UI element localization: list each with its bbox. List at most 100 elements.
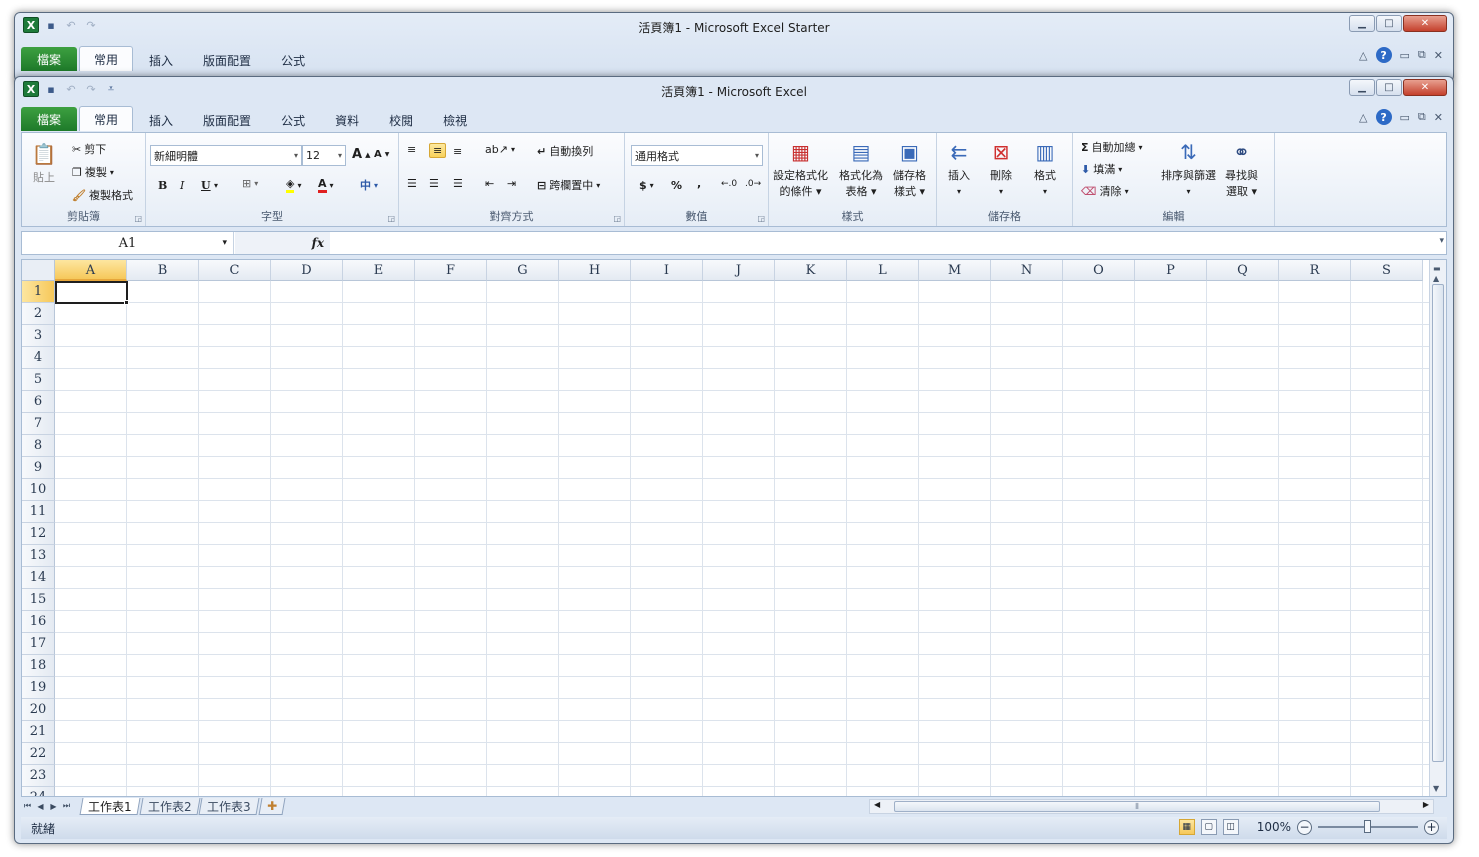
merge-center-button[interactable]: ⊟ 跨欄置中 ▾: [537, 177, 600, 193]
dialog-launcher-icon[interactable]: ◲: [757, 214, 765, 223]
column-header[interactable]: S: [1351, 260, 1423, 281]
close-doc-icon[interactable]: ✕: [1434, 49, 1443, 62]
maximize-button[interactable]: □: [1376, 15, 1402, 32]
decrease-indent-button[interactable]: ⇤: [485, 177, 494, 190]
format-cells-button[interactable]: ▥ 格式 ▾: [1029, 137, 1061, 199]
column-header[interactable]: H: [559, 260, 631, 281]
scroll-left-icon[interactable]: ◀: [874, 800, 880, 809]
row-header[interactable]: 18: [22, 655, 55, 677]
decrease-decimal-button[interactable]: .0→: [745, 179, 761, 189]
clear-button[interactable]: ⌫ 清除 ▾: [1081, 183, 1129, 199]
column-header[interactable]: M: [919, 260, 991, 281]
align-top-button[interactable]: ≡: [407, 143, 416, 156]
tab-view[interactable]: 檢視: [429, 109, 481, 131]
row-header[interactable]: 22: [22, 743, 55, 765]
cell-styles-button[interactable]: ▣ 儲存格 樣式 ▾: [893, 137, 926, 199]
row-header[interactable]: 20: [22, 699, 55, 721]
dialog-launcher-icon[interactable]: ◲: [613, 214, 621, 223]
active-cell[interactable]: [55, 281, 128, 304]
vertical-scrollbar[interactable]: ▬ ▲ ▼: [1429, 260, 1446, 796]
row-header[interactable]: 11: [22, 501, 55, 523]
dialog-launcher-icon[interactable]: ◲: [134, 214, 142, 223]
column-header[interactable]: C: [199, 260, 271, 281]
format-painter-button[interactable]: 🖌 複製格式: [72, 187, 133, 203]
copy-button[interactable]: ❐ 複製 ▾: [72, 164, 114, 180]
increase-decimal-button[interactable]: ←.0: [721, 179, 737, 189]
sheet-tab-3[interactable]: 工作表3: [198, 797, 260, 815]
insert-function-button[interactable]: fx: [235, 232, 330, 254]
maximize-button[interactable]: □: [1376, 79, 1402, 96]
column-header[interactable]: I: [631, 260, 703, 281]
scroll-down-icon[interactable]: ▼: [1433, 784, 1439, 793]
background-window[interactable]: X ▪ ↶ ↷ 活頁簿1 - Microsoft Excel Starter ▁…: [14, 12, 1454, 82]
fill-handle[interactable]: [124, 300, 129, 305]
row-header[interactable]: 17: [22, 633, 55, 655]
prev-sheet-icon[interactable]: ◀: [34, 802, 47, 811]
row-header[interactable]: 5: [22, 369, 55, 391]
row-header[interactable]: 24: [22, 787, 55, 796]
zoom-level[interactable]: 100%: [1257, 820, 1291, 834]
align-left-button[interactable]: ☰: [407, 177, 417, 190]
first-sheet-icon[interactable]: ⏮: [21, 801, 34, 811]
new-sheet-button[interactable]: ✚: [258, 797, 286, 815]
format-as-table-button[interactable]: ▤ 格式化為 表格 ▾: [839, 137, 883, 199]
conditional-format-button[interactable]: ▦ 設定格式化 的條件 ▾: [773, 137, 828, 199]
column-header[interactable]: D: [271, 260, 343, 281]
page-break-view-icon[interactable]: ◫: [1222, 819, 1239, 835]
chevron-down-icon[interactable]: ▾: [222, 238, 227, 248]
horizontal-scrollbar[interactable]: ◀ ⦀ ▶: [869, 799, 1434, 814]
close-button[interactable]: ✕: [1403, 15, 1447, 32]
sheet-tab-2[interactable]: 工作表2: [139, 797, 200, 815]
row-header[interactable]: 19: [22, 677, 55, 699]
column-header[interactable]: K: [775, 260, 847, 281]
row-header[interactable]: 15: [22, 589, 55, 611]
row-header[interactable]: 21: [22, 721, 55, 743]
row-header[interactable]: 10: [22, 479, 55, 501]
tab-formulas[interactable]: 公式: [267, 109, 319, 131]
sheet-tab-1[interactable]: 工作表1: [79, 797, 141, 815]
row-header[interactable]: 1: [22, 281, 55, 303]
minimize-doc-icon[interactable]: ▭: [1400, 111, 1410, 124]
column-header[interactable]: E: [343, 260, 415, 281]
restore-doc-icon[interactable]: ⧉: [1418, 110, 1426, 124]
tab-page-layout[interactable]: 版面配置: [189, 109, 265, 131]
column-header[interactable]: N: [991, 260, 1063, 281]
cell-grid[interactable]: [55, 281, 1430, 796]
dialog-launcher-icon[interactable]: ◲: [387, 214, 395, 223]
row-header[interactable]: 2: [22, 303, 55, 325]
name-box[interactable]: A1 ▾: [22, 232, 234, 254]
underline-button[interactable]: U: [201, 179, 211, 192]
zoom-in-icon[interactable]: +: [1424, 819, 1439, 835]
zoom-slider[interactable]: [1318, 820, 1418, 833]
underline-options[interactable]: ▾: [214, 181, 218, 190]
wrap-text-button[interactable]: ↵ 自動換列: [537, 143, 593, 159]
row-header[interactable]: 7: [22, 413, 55, 435]
column-header[interactable]: Q: [1207, 260, 1279, 281]
increase-indent-button[interactable]: ⇥: [507, 177, 516, 190]
align-bottom-button[interactable]: ≡: [453, 145, 462, 158]
autosum-button[interactable]: Σ 自動加總 ▾: [1081, 139, 1143, 155]
column-header[interactable]: O: [1063, 260, 1135, 281]
orientation-button[interactable]: ab↗ ▾: [485, 143, 515, 156]
bold-button[interactable]: B: [158, 179, 167, 192]
find-select-button[interactable]: ⚭ 尋找與 選取 ▾: [1225, 137, 1258, 199]
next-sheet-icon[interactable]: ▶: [47, 802, 60, 811]
align-center-button[interactable]: ☰: [429, 177, 439, 190]
ribbon-collapse-icon[interactable]: △: [1359, 111, 1367, 124]
paste-button[interactable]: 📋 貼上: [28, 139, 60, 185]
tab-file[interactable]: 檔案: [21, 107, 78, 131]
formula-input[interactable]: [332, 232, 1428, 254]
column-header[interactable]: B: [127, 260, 199, 281]
vertical-scroll-thumb[interactable]: [1432, 284, 1444, 762]
row-header[interactable]: 9: [22, 457, 55, 479]
font-name-select[interactable]: 新細明體 ▾: [150, 145, 302, 166]
font-color-button[interactable]: A ▾: [318, 177, 334, 193]
column-header[interactable]: F: [415, 260, 487, 281]
phonetic-button[interactable]: 中 ▾: [360, 177, 378, 193]
back-tab-file[interactable]: 檔案: [21, 47, 78, 71]
border-button[interactable]: ⊞ ▾: [242, 177, 258, 190]
back-tab-insert[interactable]: 插入: [135, 49, 187, 71]
column-header[interactable]: R: [1279, 260, 1351, 281]
column-header[interactable]: A: [55, 260, 127, 281]
page-layout-view-icon[interactable]: ▢: [1200, 819, 1217, 835]
